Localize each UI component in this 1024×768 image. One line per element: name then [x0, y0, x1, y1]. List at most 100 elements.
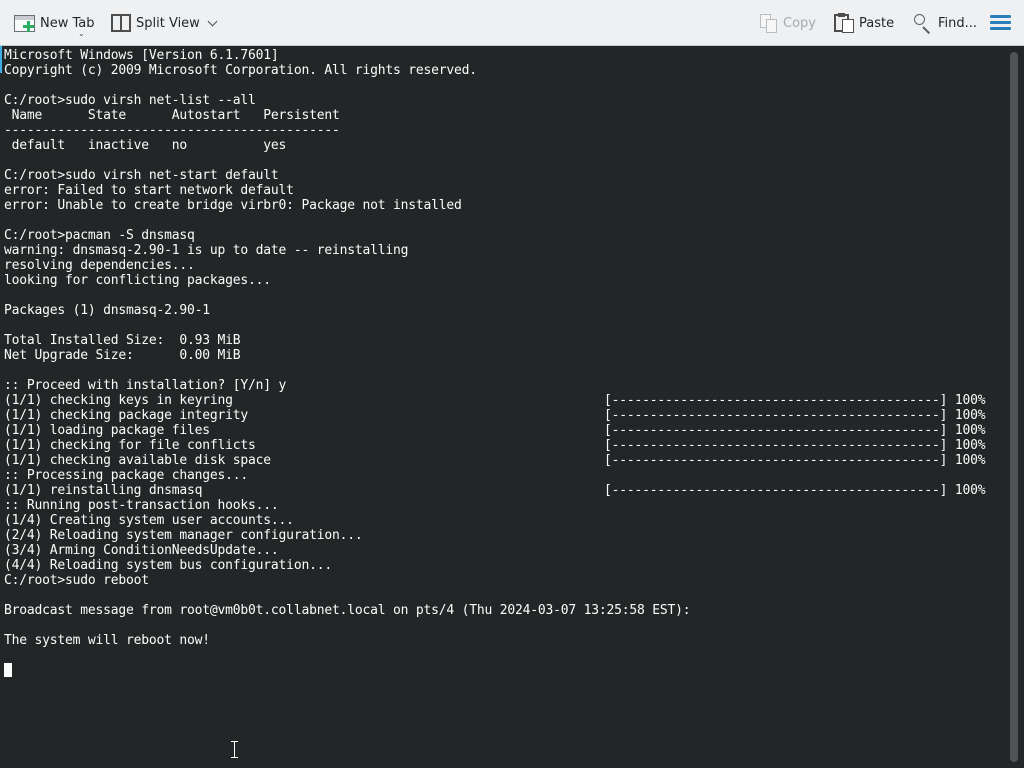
terminal-line-text: Broadcast message from root@vm0b0t.colla… [4, 603, 691, 618]
copy-icon [760, 13, 778, 33]
terminal-line: (4/4) Reloading system bus configuration… [4, 558, 1004, 573]
terminal-line-text: (1/1) checking available disk space [4, 453, 271, 468]
progress-bar-text: [---------------------------------------… [604, 438, 986, 453]
terminal-line-text: (2/4) Reloading system manager configura… [4, 528, 363, 543]
terminal-line: Name State Autostart Persistent [4, 108, 1004, 123]
terminal-line-text: Copyright (c) 2009 Microsoft Corporation… [4, 63, 477, 78]
split-view-dropdown-button[interactable] [205, 13, 219, 33]
terminal-line: default inactive no yes [4, 138, 1004, 153]
paste-icon [834, 13, 854, 33]
new-tab-button[interactable]: New Tab [14, 0, 95, 46]
terminal-line-text: :: Running post-transaction hooks... [4, 498, 279, 513]
new-tab-menu-caret-icon[interactable]: ⌄ [78, 29, 85, 38]
terminal-line: (2/4) Reloading system manager configura… [4, 528, 1004, 543]
terminal-line: error: Unable to create bridge virbr0: P… [4, 198, 1004, 213]
terminal-line: (3/4) Arming ConditionNeedsUpdate... [4, 543, 1004, 558]
terminal-line: C:/root>sudo virsh net-list --all [4, 93, 1004, 108]
terminal-line-text: (3/4) Arming ConditionNeedsUpdate... [4, 543, 279, 558]
terminal-line-text: error: Unable to create bridge virbr0: P… [4, 198, 462, 213]
terminal-line-text: error: Failed to start network default [4, 183, 294, 198]
terminal-line-text: C:/root>pacman -S dnsmasq [4, 228, 195, 243]
terminal-line: The system will reboot now! [4, 633, 1004, 648]
terminal-line-text: looking for conflicting packages... [4, 273, 271, 288]
terminal-line: :: Proceed with installation? [Y/n] y [4, 378, 1004, 393]
scrollbar-thumb[interactable] [1010, 52, 1018, 762]
terminal-line: ----------------------------------------… [4, 123, 1004, 138]
toolbar: New Tab ⌄ Split View Copy Paste Find... [0, 0, 1024, 46]
terminal-line-text: Microsoft Windows [Version 6.1.7601] [4, 48, 279, 63]
terminal-line-text: :: Processing package changes... [4, 468, 249, 483]
terminal-line-text: The system will reboot now! [4, 633, 210, 648]
terminal-line: Broadcast message from root@vm0b0t.colla… [4, 603, 1004, 618]
terminal-line: warning: dnsmasq-2.90-1 is up to date --… [4, 243, 1004, 258]
terminal-line: looking for conflicting packages... [4, 273, 1004, 288]
terminal-line-text: Packages (1) dnsmasq-2.90-1 [4, 303, 210, 318]
terminal-line-text: :: Proceed with installation? [Y/n] y [4, 378, 287, 393]
find-button[interactable]: Find... [913, 0, 977, 46]
paste-label: Paste [859, 15, 895, 31]
terminal-line-text: Net Upgrade Size: 0.00 MiB [4, 348, 241, 363]
terminal-line-text: (1/4) Creating system user accounts... [4, 513, 294, 528]
progress-bar-text: [---------------------------------------… [604, 393, 986, 408]
terminal-line: (1/1) checking keys in keyring [---------… [4, 393, 1004, 408]
terminal-line-text: (4/4) Reloading system bus configuration… [4, 558, 332, 573]
terminal-line: Packages (1) dnsmasq-2.90-1 [4, 303, 1004, 318]
terminal-line-text: warning: dnsmasq-2.90-1 is up to date --… [4, 243, 409, 258]
terminal-line-text: ----------------------------------------… [4, 123, 340, 138]
terminal-line-text: (1/1) reinstalling dnsmasq [4, 483, 203, 498]
terminal-line: Microsoft Windows [Version 6.1.7601] [4, 48, 1004, 63]
terminal-focus-indicator [0, 46, 2, 73]
terminal-line-text: Name State Autostart Persistent [4, 108, 340, 123]
terminal-line: Total Installed Size: 0.93 MiB [4, 333, 1004, 348]
find-icon [913, 13, 933, 35]
terminal-line: C:/root>pacman -S dnsmasq [4, 228, 1004, 243]
terminal-line-text: (1/1) checking keys in keyring [4, 393, 233, 408]
terminal-line: (1/1) checking package integrity [-------… [4, 408, 1004, 423]
chevron-down-icon [207, 16, 217, 26]
terminal-line: :: Processing package changes... [4, 468, 1004, 483]
terminal-line: error: Failed to start network default [4, 183, 1004, 198]
terminal-line: C:/root>sudo virsh net-start default [4, 168, 1004, 183]
progress-bar-text: [---------------------------------------… [604, 483, 986, 498]
progress-bar-text: [---------------------------------------… [604, 423, 986, 438]
new-tab-label: New Tab [40, 15, 95, 31]
progress-bar-text: [---------------------------------------… [604, 408, 986, 423]
terminal-line-text: default inactive no yes [4, 138, 287, 153]
terminal-line: (1/1) checking available disk space [----… [4, 453, 1004, 468]
split-view-button[interactable]: Split View [111, 0, 200, 46]
terminal-line-text: Total Installed Size: 0.93 MiB [4, 333, 241, 348]
new-tab-icon [14, 14, 35, 32]
terminal-line: (1/4) Creating system user accounts... [4, 513, 1004, 528]
terminal-line: resolving dependencies... [4, 258, 1004, 273]
terminal-line-text: (1/1) loading package files [4, 423, 210, 438]
copy-label: Copy [783, 15, 816, 31]
terminal-line-text: resolving dependencies... [4, 258, 195, 273]
terminal-line-text: (1/1) checking for file conflicts [4, 438, 256, 453]
hamburger-menu-button[interactable] [990, 15, 1011, 31]
split-view-icon [111, 14, 131, 32]
copy-button[interactable]: Copy [760, 0, 816, 46]
split-view-label: Split View [136, 15, 200, 31]
terminal-line-text: C:/root>sudo reboot [4, 573, 149, 588]
paste-button[interactable]: Paste [834, 0, 894, 46]
terminal-line: (1/1) reinstalling dnsmasq [-------------… [4, 483, 1004, 498]
terminal-line-text: C:/root>sudo virsh net-list --all [4, 93, 256, 108]
terminal-line: Net Upgrade Size: 0.00 MiB [4, 348, 1004, 363]
terminal-view[interactable]: Microsoft Windows [Version 6.1.7601] Copy… [0, 46, 1005, 768]
terminal-output: Microsoft Windows [Version 6.1.7601] Copy… [4, 48, 1004, 648]
terminal-line: :: Running post-transaction hooks... [4, 498, 1004, 513]
terminal-line-text: C:/root>sudo virsh net-start default [4, 168, 279, 183]
terminal-line-text: (1/1) checking package integrity [4, 408, 249, 423]
find-label: Find... [938, 15, 978, 31]
progress-bar-text: [---------------------------------------… [604, 453, 986, 468]
terminal-line: Copyright (c) 2009 Microsoft Corporation… [4, 63, 1004, 78]
mouse-ibeam-cursor-icon [230, 741, 239, 758]
terminal-scrollbar[interactable] [1005, 46, 1024, 768]
